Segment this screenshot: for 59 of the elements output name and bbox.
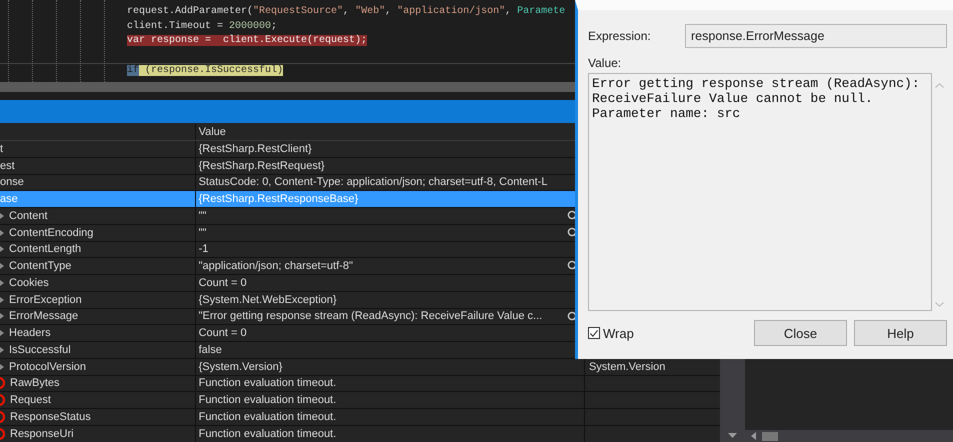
variable-value: false <box>198 344 222 356</box>
variable-name: Request <box>9 394 51 406</box>
error-icon <box>0 428 5 440</box>
watch-row[interactable]: ResponseStatus Function evaluation timeout. <box>0 409 720 426</box>
variable-value: {System.Version} <box>198 360 282 373</box>
variable-value: "" <box>198 210 206 222</box>
scroll-thumb[interactable] <box>762 432 778 440</box>
variable-name: t <box>0 142 4 155</box>
variable-name: ResponseStatus <box>9 410 91 423</box>
variable-value: "application/json; charset=utf-8" <box>198 260 353 272</box>
value-label: Value: <box>588 56 622 70</box>
variable-value: Function evaluation timeout. <box>198 410 336 423</box>
scroll-down-icon[interactable] <box>728 433 737 438</box>
error-icon <box>0 410 5 423</box>
watch-row[interactable]: RawBytes Function evaluation timeout. <box>0 376 720 392</box>
variable-name: onse <box>0 176 24 188</box>
wrap-label: Wrap <box>603 326 634 340</box>
expression-field[interactable]: response.ErrorMessage <box>685 24 947 48</box>
horizontal-scrollbar[interactable] <box>745 430 953 442</box>
variable-value: -1 <box>198 243 208 256</box>
code-line: request.AddParameter("RequestSource", "Web", "application/json", Paramete <box>127 6 566 17</box>
error-icon <box>0 394 5 406</box>
variable-name: IsSuccessful <box>8 344 71 356</box>
variable-value: "Error getting response stream (ReadAsync): ReceiveFailure Value c... <box>198 310 542 322</box>
variable-value: Function evaluation timeout. <box>198 377 336 390</box>
scroll-left-icon[interactable] <box>751 432 756 440</box>
error-icon <box>0 377 5 390</box>
wrap-checkbox[interactable] <box>588 327 600 339</box>
variable-value: {System.Net.WebException} <box>198 294 337 306</box>
variable-type: System.Version <box>588 360 666 373</box>
variable-value: {RestSharp.RestRequest} <box>198 160 325 172</box>
expression-label: Expression: <box>588 29 652 43</box>
variable-name: ContentLength <box>8 243 82 256</box>
variable-value: Function evaluation timeout. <box>198 428 336 440</box>
dialog-button[interactable]: Help <box>854 320 947 346</box>
variable-name: RawBytes <box>9 377 60 390</box>
variable-value: "" <box>198 226 206 239</box>
watch-row[interactable]: Request Function evaluation timeout. <box>0 392 720 409</box>
dialog-button[interactable]: Close <box>754 320 847 346</box>
variable-value: {RestSharp.RestClient} <box>198 142 312 155</box>
variable-name: ContentEncoding <box>8 226 94 239</box>
code-line: client.Timeout = 2000000; <box>127 20 278 32</box>
variable-name: ErrorException <box>8 294 82 306</box>
variable-value: {RestSharp.RestResponseBase} <box>198 193 358 206</box>
variable-name: ResponseUri <box>9 428 74 440</box>
variable-name: ProtocolVersion <box>8 360 86 373</box>
variable-value: Count = 0 <box>198 327 247 340</box>
variable-name: est <box>0 160 15 172</box>
variable-value: Count = 0 <box>198 276 247 289</box>
variable-value: Function evaluation timeout. <box>198 394 336 406</box>
variable-name: ContentType <box>8 260 72 272</box>
variable-name: ErrorMessage <box>8 310 78 322</box>
variable-name: Content <box>8 210 48 222</box>
column-header[interactable]: Value <box>198 126 226 138</box>
variable-name: Headers <box>8 327 51 340</box>
variable-value: StatusCode: 0, Content-Type: application/json; charset=utf-8, Content-L <box>198 176 548 188</box>
variable-name: ase <box>0 193 18 206</box>
value-field[interactable]: Error getting response stream (ReadAsync): ReceiveFailure Value cannot be null. Parameter name: src <box>588 73 932 311</box>
variable-name: Cookies <box>8 276 49 289</box>
